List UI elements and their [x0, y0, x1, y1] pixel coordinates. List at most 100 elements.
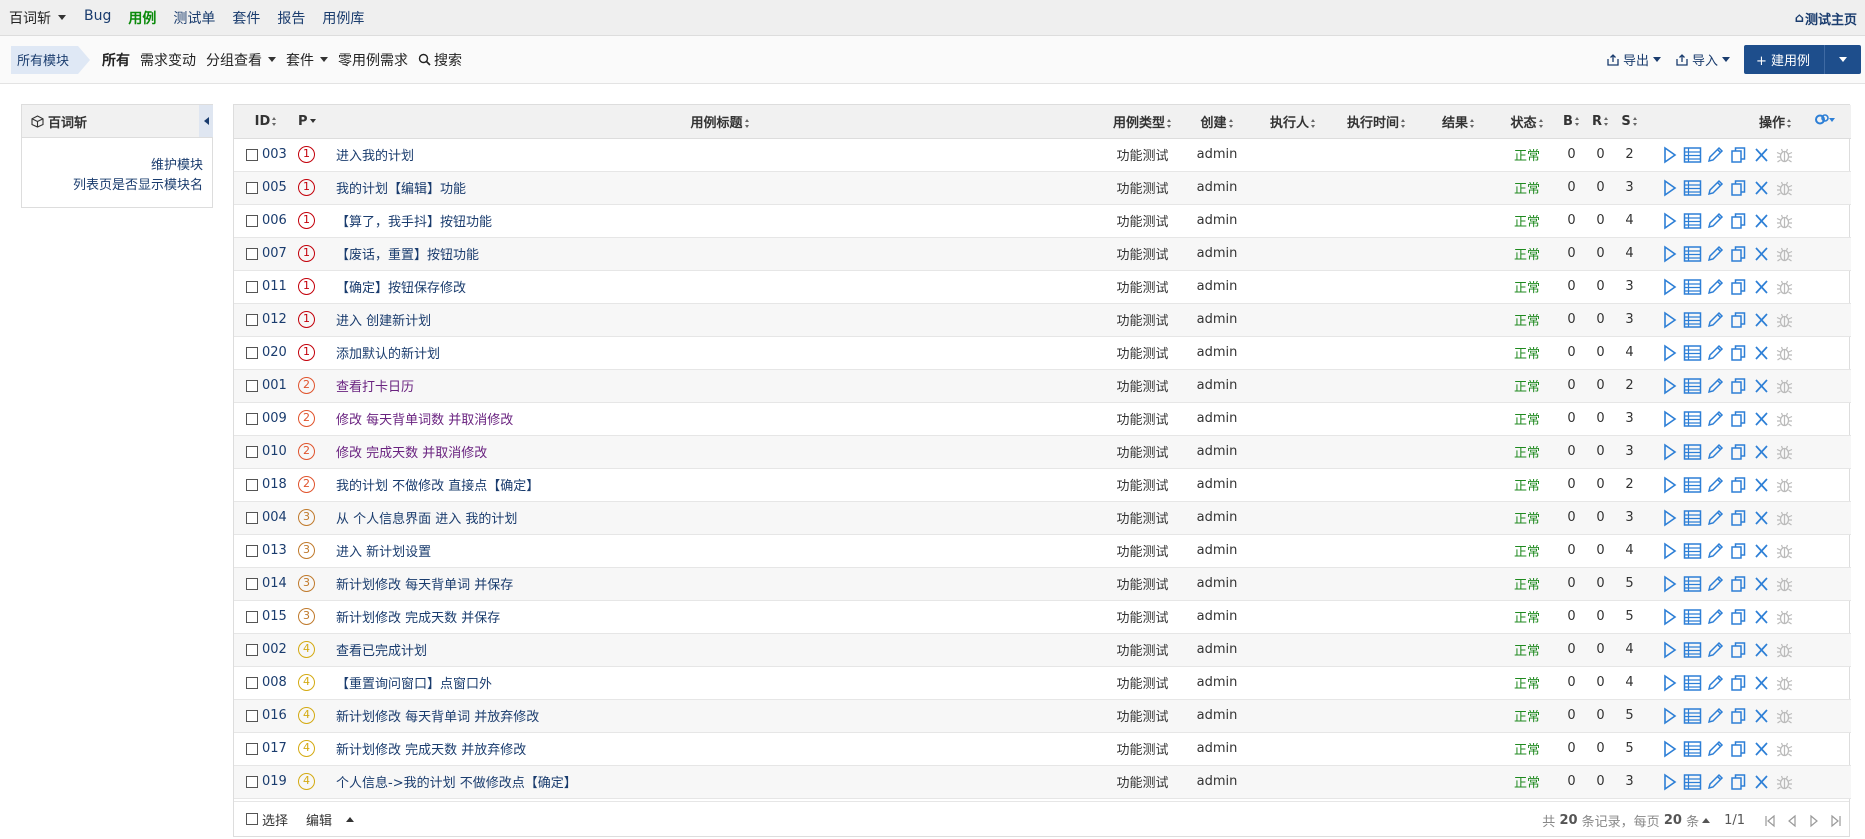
delete-icon[interactable]: [1752, 608, 1771, 626]
case-id-link[interactable]: 015: [262, 609, 287, 624]
delete-icon[interactable]: [1752, 344, 1771, 362]
results-icon[interactable]: [1683, 443, 1702, 461]
feature-tab[interactable]: 分组查看: [206, 50, 277, 70]
menu-item[interactable]: 套件: [232, 8, 260, 28]
delete-icon[interactable]: [1752, 179, 1771, 197]
case-title-link[interactable]: 查看已完成计划: [336, 644, 427, 659]
bug-icon[interactable]: [1775, 278, 1794, 296]
bug-icon[interactable]: [1775, 509, 1794, 527]
copy-icon[interactable]: [1729, 509, 1748, 527]
copy-icon[interactable]: [1729, 278, 1748, 296]
row-checkbox[interactable]: [246, 676, 258, 689]
table-row[interactable]: 019 4 个人信息->我的计划 不做修改点【确定】 功能测试 admin 正常 0 0 3: [234, 765, 1851, 799]
import-button[interactable]: 导入: [1675, 50, 1730, 69]
col-type[interactable]: 用例类型: [1104, 105, 1181, 139]
case-title-link[interactable]: 进入我的计划: [336, 149, 414, 164]
table-row[interactable]: 015 3 新计划修改 完成天数 并保存 功能测试 admin 正常 0 0 5: [234, 600, 1851, 634]
bug-icon[interactable]: [1775, 410, 1794, 428]
case-id-link[interactable]: 012: [262, 312, 287, 327]
results-icon[interactable]: [1683, 212, 1702, 230]
case-title-link[interactable]: 从 个人信息界面 进入 我的计划: [336, 512, 517, 527]
run-icon[interactable]: [1660, 442, 1679, 461]
edit-icon[interactable]: [1706, 509, 1725, 527]
case-id-link[interactable]: 018: [262, 477, 287, 492]
results-icon[interactable]: [1683, 179, 1702, 197]
table-row[interactable]: 001 2 查看打卡日历 功能测试 admin 正常 0 0 2: [234, 369, 1851, 403]
copy-icon[interactable]: [1729, 245, 1748, 263]
column-settings-button[interactable]: [1798, 105, 1851, 139]
results-icon[interactable]: [1683, 608, 1702, 626]
copy-icon[interactable]: [1729, 377, 1748, 395]
col-priority[interactable]: P: [298, 105, 336, 139]
copy-icon[interactable]: [1729, 311, 1748, 329]
row-checkbox[interactable]: [246, 280, 258, 293]
table-row[interactable]: 006 1 【算了，我手抖】按钮功能 功能测试 admin 正常 0 0 4: [234, 204, 1851, 238]
table-row[interactable]: 008 4 【重置询问窗口】点窗口外 功能测试 admin 正常 0 0 4: [234, 666, 1851, 700]
col-executor[interactable]: 执行人: [1253, 105, 1333, 139]
run-icon[interactable]: [1660, 673, 1679, 692]
chevron-up-icon[interactable]: [1702, 818, 1711, 823]
pager-per-page[interactable]: 20: [1664, 813, 1682, 828]
case-id-link[interactable]: 002: [262, 642, 287, 657]
case-title-link[interactable]: 我的计划【编辑】功能: [336, 182, 466, 197]
row-checkbox[interactable]: [246, 247, 258, 260]
delete-icon[interactable]: [1752, 146, 1771, 164]
table-row[interactable]: 018 2 我的计划 不做修改 直接点【确定】 功能测试 admin 正常 0 0 2: [234, 468, 1851, 502]
results-icon[interactable]: [1683, 641, 1702, 659]
case-id-link[interactable]: 004: [262, 510, 287, 525]
col-bugs[interactable]: B: [1557, 105, 1586, 139]
case-title-link[interactable]: 个人信息->我的计划 不做修改点【确定】: [336, 776, 577, 791]
results-icon[interactable]: [1683, 740, 1702, 758]
results-icon[interactable]: [1683, 476, 1702, 494]
edit-icon[interactable]: [1706, 278, 1725, 296]
run-icon[interactable]: [1660, 475, 1679, 494]
results-icon[interactable]: [1683, 377, 1702, 395]
bug-icon[interactable]: [1775, 245, 1794, 263]
last-page-icon[interactable]: [1829, 814, 1843, 828]
case-title-link[interactable]: 修改 完成天数 并取消修改: [336, 446, 487, 461]
col-status[interactable]: 状态: [1497, 105, 1557, 139]
delete-icon[interactable]: [1752, 245, 1771, 263]
delete-icon[interactable]: [1752, 443, 1771, 461]
show-module-name-link[interactable]: 列表页是否显示模块名: [22, 176, 203, 196]
product-switcher[interactable]: 百词斩: [9, 8, 66, 28]
edit-icon[interactable]: [1706, 410, 1725, 428]
edit-icon[interactable]: [1706, 608, 1725, 626]
edit-icon[interactable]: [1706, 377, 1725, 395]
case-title-link[interactable]: 修改 每天背单词数 并取消修改: [336, 413, 513, 428]
copy-icon[interactable]: [1729, 575, 1748, 593]
case-id-link[interactable]: 010: [262, 444, 287, 459]
case-id-link[interactable]: 013: [262, 543, 287, 558]
run-icon[interactable]: [1660, 706, 1679, 725]
copy-icon[interactable]: [1729, 608, 1748, 626]
results-icon[interactable]: [1683, 344, 1702, 362]
results-icon[interactable]: [1683, 245, 1702, 263]
menu-item[interactable]: Bug: [84, 8, 111, 28]
row-checkbox[interactable]: [246, 445, 258, 458]
results-icon[interactable]: [1683, 575, 1702, 593]
edit-icon[interactable]: [1706, 707, 1725, 725]
copy-icon[interactable]: [1729, 344, 1748, 362]
run-icon[interactable]: [1660, 541, 1679, 560]
row-checkbox[interactable]: [246, 379, 258, 392]
case-title-link[interactable]: 添加默认的新计划: [336, 347, 440, 362]
delete-icon[interactable]: [1752, 773, 1771, 791]
bug-icon[interactable]: [1775, 674, 1794, 692]
run-icon[interactable]: [1660, 607, 1679, 626]
case-title-link[interactable]: 新计划修改 每天背单词 并保存: [336, 578, 513, 593]
row-checkbox[interactable]: [246, 742, 258, 755]
case-id-link[interactable]: 017: [262, 741, 287, 756]
case-id-link[interactable]: 009: [262, 411, 287, 426]
table-row[interactable]: 013 3 进入 新计划设置 功能测试 admin 正常 0 0 4: [234, 534, 1851, 568]
delete-icon[interactable]: [1752, 311, 1771, 329]
bug-icon[interactable]: [1775, 476, 1794, 494]
collapse-sidebar-button[interactable]: [199, 105, 213, 137]
bug-icon[interactable]: [1775, 641, 1794, 659]
case-title-link[interactable]: 进入 新计划设置: [336, 545, 431, 560]
run-icon[interactable]: [1660, 739, 1679, 758]
edit-icon[interactable]: [1706, 344, 1725, 362]
col-creator[interactable]: 创建: [1181, 105, 1253, 139]
row-checkbox[interactable]: [246, 610, 258, 623]
copy-icon[interactable]: [1729, 707, 1748, 725]
bug-icon[interactable]: [1775, 443, 1794, 461]
